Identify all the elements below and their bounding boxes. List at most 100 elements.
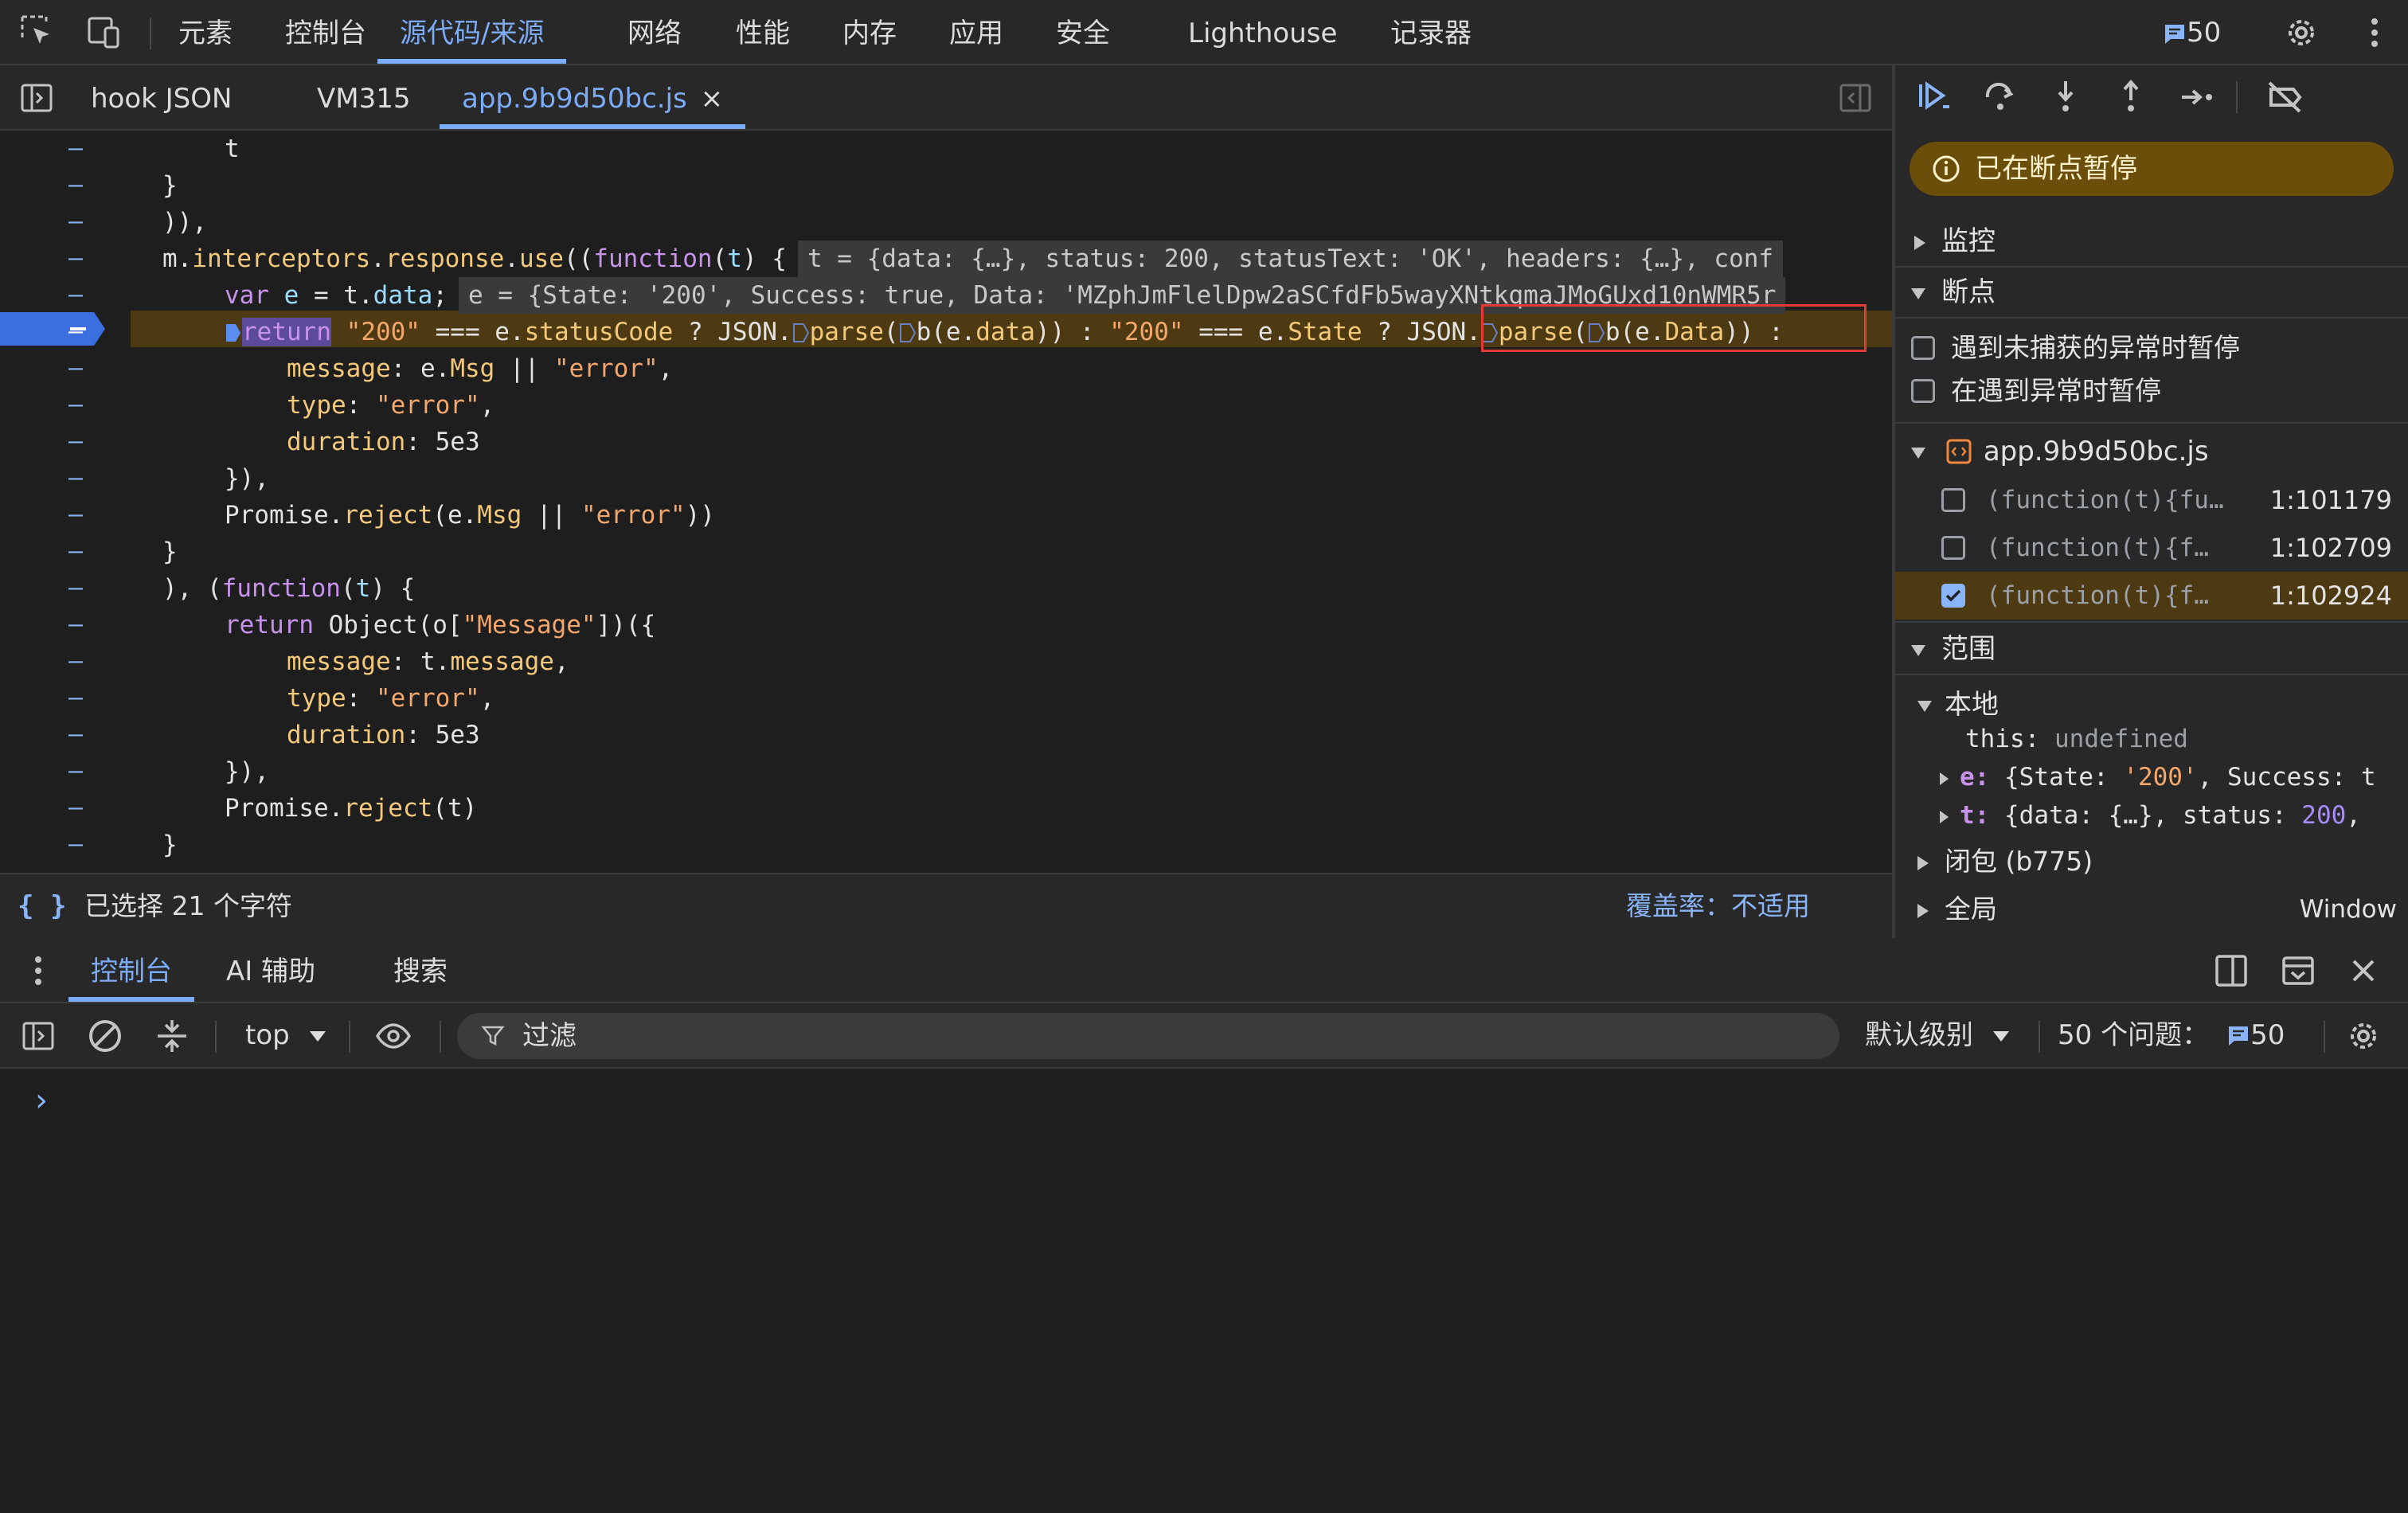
scope-t[interactable]: t: {data: {…}, status: 200, xyxy=(1895,796,2408,835)
drawer-tab-ai[interactable]: AI 辅助 xyxy=(226,938,315,1002)
code-line: – t xyxy=(68,135,240,163)
closure-scope[interactable]: 闭包 (b775) xyxy=(1895,839,2408,884)
log-level-selector[interactable]: 默认级别 xyxy=(1865,1003,2009,1067)
drawer-tab-search[interactable]: 搜索 xyxy=(393,938,448,1002)
tab-network[interactable]: 网络 xyxy=(627,0,682,64)
breakpoint-file-group[interactable]: app.9b9d50bc.js xyxy=(1895,427,2408,476)
filter-icon xyxy=(481,1024,505,1048)
code-editor[interactable]: – t –} –)), – m.interceptors.response.use(… xyxy=(0,131,1892,873)
scope-section-header[interactable]: 范围 xyxy=(1895,624,2408,674)
resume-icon[interactable] xyxy=(1914,76,1956,118)
drawer-tabbar: 控制台 AI 辅助 搜索 xyxy=(0,938,2408,1003)
step-out-icon[interactable] xyxy=(2110,76,2152,118)
tab-console[interactable]: 控制台 xyxy=(285,0,366,64)
breakpoint-item[interactable]: (function(t){fu… 1:101179 xyxy=(1895,476,2408,524)
step-into-icon[interactable] xyxy=(2045,76,2086,118)
code-line: – return Object(o["Message"])({ xyxy=(68,611,656,639)
drawer-menu-icon[interactable] xyxy=(19,952,57,990)
pretty-print-icon[interactable]: { } xyxy=(18,874,66,938)
pause-caught-checkbox[interactable] xyxy=(1911,379,1935,403)
tab-lighthouse[interactable]: Lighthouse xyxy=(1188,0,1337,64)
drawer-minimize-icon[interactable] xyxy=(2279,952,2317,990)
code-line: –} xyxy=(68,171,178,200)
scope-this: this: undefined xyxy=(1965,725,2188,753)
dropdown-arrow-icon xyxy=(309,1031,326,1042)
breakpoints-section-header[interactable]: 断点 xyxy=(1895,268,2408,317)
step-over-icon[interactable] xyxy=(1980,76,2021,118)
context-selector[interactable]: top xyxy=(245,1003,326,1067)
tab-security[interactable]: 安全 xyxy=(1056,0,1110,64)
code-line: –)), xyxy=(68,208,207,237)
file-tab-hook-json[interactable]: hook JSON xyxy=(91,65,232,129)
console-prompt[interactable]: › xyxy=(35,1081,48,1120)
breakpoint-checkbox[interactable] xyxy=(1941,488,1965,512)
inspect-element-icon[interactable] xyxy=(19,14,57,52)
code-line: –}), xyxy=(68,464,269,493)
tab-sources[interactable]: 源代码/来源 xyxy=(377,0,567,64)
global-scope[interactable]: 全局 Window xyxy=(1895,887,2408,932)
breakpoint-item-active[interactable]: (function(t){f… 1:102924 xyxy=(1895,572,2408,620)
message-icon xyxy=(2163,22,2187,46)
collapse-groups-icon[interactable] xyxy=(153,1017,191,1055)
file-tab-vm315[interactable]: VM315 xyxy=(317,65,411,129)
pause-uncaught-checkbox[interactable] xyxy=(1911,336,1935,360)
console-filter-input[interactable]: 过滤 xyxy=(457,1013,1839,1059)
code-line: – type: "error", xyxy=(68,684,495,713)
code-line: – Promise.reject(e.Msg || "error")) xyxy=(68,501,715,530)
more-options-icon[interactable] xyxy=(2355,14,2394,52)
console-issues-link[interactable]: 50 个问题： 50 xyxy=(2058,1003,2285,1067)
file-icon xyxy=(1945,438,1972,465)
console-toolbar: top 过滤 默认级别 50 个问题： 50 xyxy=(0,1003,2408,1069)
code-line: – message: e.Msg || "error", xyxy=(68,354,674,383)
watch-section-header[interactable]: 监控 xyxy=(1895,217,2408,266)
highlight-annotation-box xyxy=(1481,304,1867,352)
pause-uncaught-option[interactable]: 遇到未捕获的异常时暂停 xyxy=(1895,326,2408,369)
paused-banner: 已在断点暂停 xyxy=(1910,142,2394,196)
tab-application[interactable]: 应用 xyxy=(949,0,1003,64)
code-line: –} xyxy=(68,831,178,859)
tab-recorder[interactable]: 记录器 xyxy=(1390,0,1472,64)
console-settings-gear-icon[interactable] xyxy=(2344,1017,2383,1055)
breakpoint-item[interactable]: (function(t){f… 1:102709 xyxy=(1895,524,2408,572)
breakpoint-checkbox[interactable] xyxy=(1941,536,1965,560)
tab-memory[interactable]: 内存 xyxy=(842,0,897,64)
breakpoint-checkbox-checked[interactable] xyxy=(1941,584,1965,608)
message-icon xyxy=(2226,1024,2250,1048)
close-drawer-icon[interactable] xyxy=(2344,952,2383,990)
tab-elements[interactable]: 元素 xyxy=(178,0,233,64)
settings-gear-icon[interactable] xyxy=(2282,14,2320,52)
deactivate-breakpoints-icon[interactable] xyxy=(2265,76,2306,118)
dropdown-arrow-icon xyxy=(1992,1031,2009,1042)
code-line: – type: "error", xyxy=(68,391,495,420)
drawer-tab-console[interactable]: 控制台 xyxy=(68,938,194,1002)
code-line: – duration: 5e3 xyxy=(68,721,480,749)
console-drawer: 控制台 AI 辅助 搜索 top 过滤 默认级别 50 个问题： 50 › xyxy=(0,938,2408,1513)
info-icon xyxy=(1932,154,1960,183)
selection-info: 已选择 21 个字符 xyxy=(84,890,292,921)
pause-caught-option[interactable]: 在遇到异常时暂停 xyxy=(1895,369,2408,412)
file-tab-label: app.9b9d50bc.js xyxy=(462,83,687,115)
code-line: – message: t.message, xyxy=(68,647,569,676)
code-line: – Promise.reject(t) xyxy=(68,794,478,823)
live-expression-eye-icon[interactable] xyxy=(374,1017,412,1055)
scope-e[interactable]: e: {State: '200', Success: t xyxy=(1895,758,2408,796)
devtools-main-tabbar: 元素 控制台 源代码/来源 网络 性能 内存 应用 安全 Lighthouse … xyxy=(0,0,2408,65)
device-toolbar-icon[interactable] xyxy=(84,14,123,52)
clear-console-icon[interactable] xyxy=(86,1017,124,1055)
close-tab-icon[interactable]: × xyxy=(701,83,724,115)
dock-side-icon[interactable] xyxy=(2212,952,2250,990)
code-line: –}), xyxy=(68,757,269,786)
code-line: – m.interceptors.response.use((function(t… xyxy=(0,240,1892,277)
tab-performance[interactable]: 性能 xyxy=(736,0,790,64)
step-icon[interactable] xyxy=(2177,76,2218,118)
editor-file-tabbar: hook JSON VM315 app.9b9d50bc.js × xyxy=(0,65,1895,131)
coverage-link[interactable]: 覆盖率：不适用 xyxy=(1626,874,1810,938)
file-tab-app-js[interactable]: app.9b9d50bc.js × xyxy=(440,65,746,129)
console-sidebar-icon[interactable] xyxy=(19,1017,57,1055)
toggle-debugger-icon[interactable] xyxy=(1836,79,1874,117)
code-line: –), (function(t) { xyxy=(68,574,416,603)
code-line: –} xyxy=(68,538,178,566)
toggle-navigator-icon[interactable] xyxy=(18,79,56,117)
issues-counter[interactable]: 50 xyxy=(2163,14,2221,51)
editor-status-bar: { } 已选择 21 个字符 覆盖率：不适用 xyxy=(0,873,1892,938)
